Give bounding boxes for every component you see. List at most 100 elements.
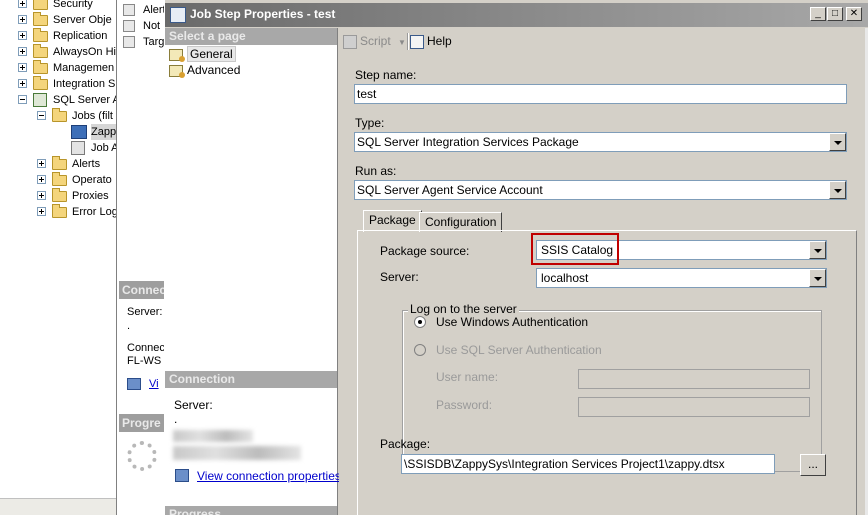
- tree-item-label: Operato: [72, 174, 112, 186]
- object-explorer: Security Server Obje Replication AlwaysOn H…: [0, 0, 116, 515]
- tree-item[interactable]: Alerts: [0, 156, 116, 172]
- server-label: Server:: [380, 270, 419, 284]
- page-icon: [169, 48, 185, 62]
- expand-icon[interactable]: [18, 47, 27, 56]
- bg-list-icon: [123, 4, 135, 16]
- page-general[interactable]: General: [169, 46, 236, 62]
- tree-item[interactable]: Proxies: [0, 188, 116, 204]
- title-bar[interactable]: Job Step Properties - test _ □ ✕: [165, 3, 868, 27]
- dialog-title: Job Step Properties - test: [190, 7, 336, 21]
- bg-view-link[interactable]: Vi: [149, 378, 159, 390]
- tree-item[interactable]: Zapp: [0, 124, 116, 140]
- help-icon: [410, 34, 424, 49]
- close-button[interactable]: ✕: [846, 7, 862, 21]
- minimize-button[interactable]: _: [810, 7, 826, 21]
- dialog-toolbar: Script ▼ Help: [339, 28, 868, 54]
- tree-item-label: SQL Server A: [53, 94, 116, 106]
- tree-item[interactable]: Security: [0, 0, 116, 12]
- tree-item[interactable]: AlwaysOn Hi: [0, 44, 116, 60]
- folder-icon: [52, 108, 67, 122]
- help-button[interactable]: Help: [410, 33, 452, 49]
- expand-icon[interactable]: [18, 31, 27, 40]
- package-source-label: Package source:: [380, 244, 470, 258]
- tree-item[interactable]: Jobs (filt: [0, 108, 116, 124]
- type-label: Type:: [355, 116, 385, 130]
- collapse-icon[interactable]: [37, 111, 46, 120]
- bg-list-item-targ: Targ: [143, 36, 165, 48]
- connection-header: Connection: [165, 371, 337, 388]
- job-step-properties-dialog: Job Step Properties - test _ □ ✕ Select …: [164, 0, 868, 515]
- tree-item-label: Zapp: [91, 124, 116, 140]
- expand-icon[interactable]: [37, 175, 46, 184]
- bg-list-icon: [123, 20, 135, 32]
- tree-item[interactable]: Managemen: [0, 60, 116, 76]
- tree-item[interactable]: Server Obje: [0, 12, 116, 28]
- tree-item-label: Security: [53, 0, 93, 10]
- windows-auth-label[interactable]: Use Windows Authentication: [436, 315, 588, 329]
- chevron-down-icon[interactable]: [809, 269, 826, 287]
- expand-icon[interactable]: [18, 15, 27, 24]
- browse-package-button[interactable]: ...: [800, 454, 826, 476]
- type-value: SQL Server Integration Services Package: [357, 135, 579, 149]
- page-advanced-label: Advanced: [187, 63, 241, 77]
- type-select[interactable]: SQL Server Integration Services Package: [354, 132, 847, 152]
- chevron-down-icon[interactable]: [809, 241, 826, 259]
- expand-icon[interactable]: [37, 191, 46, 200]
- job-icon: [71, 125, 87, 139]
- tree-item[interactable]: Job Activ: [0, 140, 116, 156]
- help-label: Help: [427, 34, 452, 48]
- tab-configuration[interactable]: Configuration: [419, 212, 503, 232]
- expand-icon[interactable]: [18, 79, 27, 88]
- page-advanced[interactable]: Advanced: [169, 62, 240, 78]
- tree-item-label: AlwaysOn Hi: [53, 46, 116, 58]
- bg-progress-header: Progre: [119, 414, 166, 432]
- select-page-pane: Select a page General Advanced Connectio…: [165, 28, 341, 515]
- view-connection-properties-link[interactable]: View connection properties: [197, 469, 341, 483]
- tree-item-label: Job Activ: [91, 142, 116, 154]
- folder-icon: [52, 204, 67, 218]
- package-path-input[interactable]: \SSISDB\ZappySys\Integration Services Pr…: [401, 454, 775, 474]
- expand-icon[interactable]: [18, 0, 27, 8]
- logon-group-label: Log on to the server: [408, 302, 519, 316]
- folder-icon: [52, 156, 67, 170]
- tab-package[interactable]: Package: [363, 210, 422, 232]
- explorer-scrollbar[interactable]: [0, 498, 116, 515]
- tree-item-label: Alerts: [72, 158, 101, 170]
- tree-item-label: Proxies: [72, 190, 109, 202]
- select-page-header: Select a page: [165, 28, 337, 45]
- bg-connection-label: Connec: [127, 342, 165, 354]
- script-label: Script: [360, 34, 391, 48]
- tree-item[interactable]: SQL Server A: [0, 92, 116, 108]
- tree-item-label: Jobs (filt: [72, 110, 113, 122]
- background-window: Alert Not Targ Connec Server: . Connec F…: [116, 0, 166, 515]
- sql-auth-label[interactable]: Use SQL Server Authentication: [436, 343, 602, 357]
- server-select[interactable]: localhost: [536, 268, 827, 288]
- windows-auth-radio[interactable]: [414, 316, 426, 328]
- server-value: localhost: [541, 271, 589, 285]
- expand-icon[interactable]: [37, 207, 46, 216]
- redacted-connection-info: [173, 446, 301, 460]
- collapse-icon[interactable]: [18, 95, 27, 104]
- chevron-down-icon[interactable]: [829, 133, 846, 151]
- tree-item[interactable]: Error Log: [0, 204, 116, 220]
- tree-item-label: Error Log: [72, 206, 116, 218]
- tree-item[interactable]: Operato: [0, 172, 116, 188]
- tree-item[interactable]: Integration S: [0, 76, 116, 92]
- expand-icon[interactable]: [37, 159, 46, 168]
- script-button[interactable]: Script ▼: [343, 33, 406, 49]
- bg-connection-icon: [127, 378, 141, 390]
- password-input[interactable]: [578, 397, 810, 417]
- bg-server-value: .: [127, 320, 131, 332]
- tree-item[interactable]: Replication: [0, 28, 116, 44]
- step-name-input[interactable]: test: [354, 84, 847, 104]
- folder-icon: [52, 188, 67, 202]
- chevron-down-icon[interactable]: [829, 181, 846, 199]
- user-name-input[interactable]: [578, 369, 810, 389]
- sql-auth-radio[interactable]: [414, 344, 426, 356]
- maximize-button[interactable]: □: [827, 7, 843, 21]
- tree-item-label: Integration S: [53, 78, 116, 90]
- tree-item-label: Server Obje: [53, 14, 112, 26]
- expand-icon[interactable]: [18, 63, 27, 72]
- run-as-select[interactable]: SQL Server Agent Service Account: [354, 180, 847, 200]
- run-as-label: Run as:: [355, 164, 397, 178]
